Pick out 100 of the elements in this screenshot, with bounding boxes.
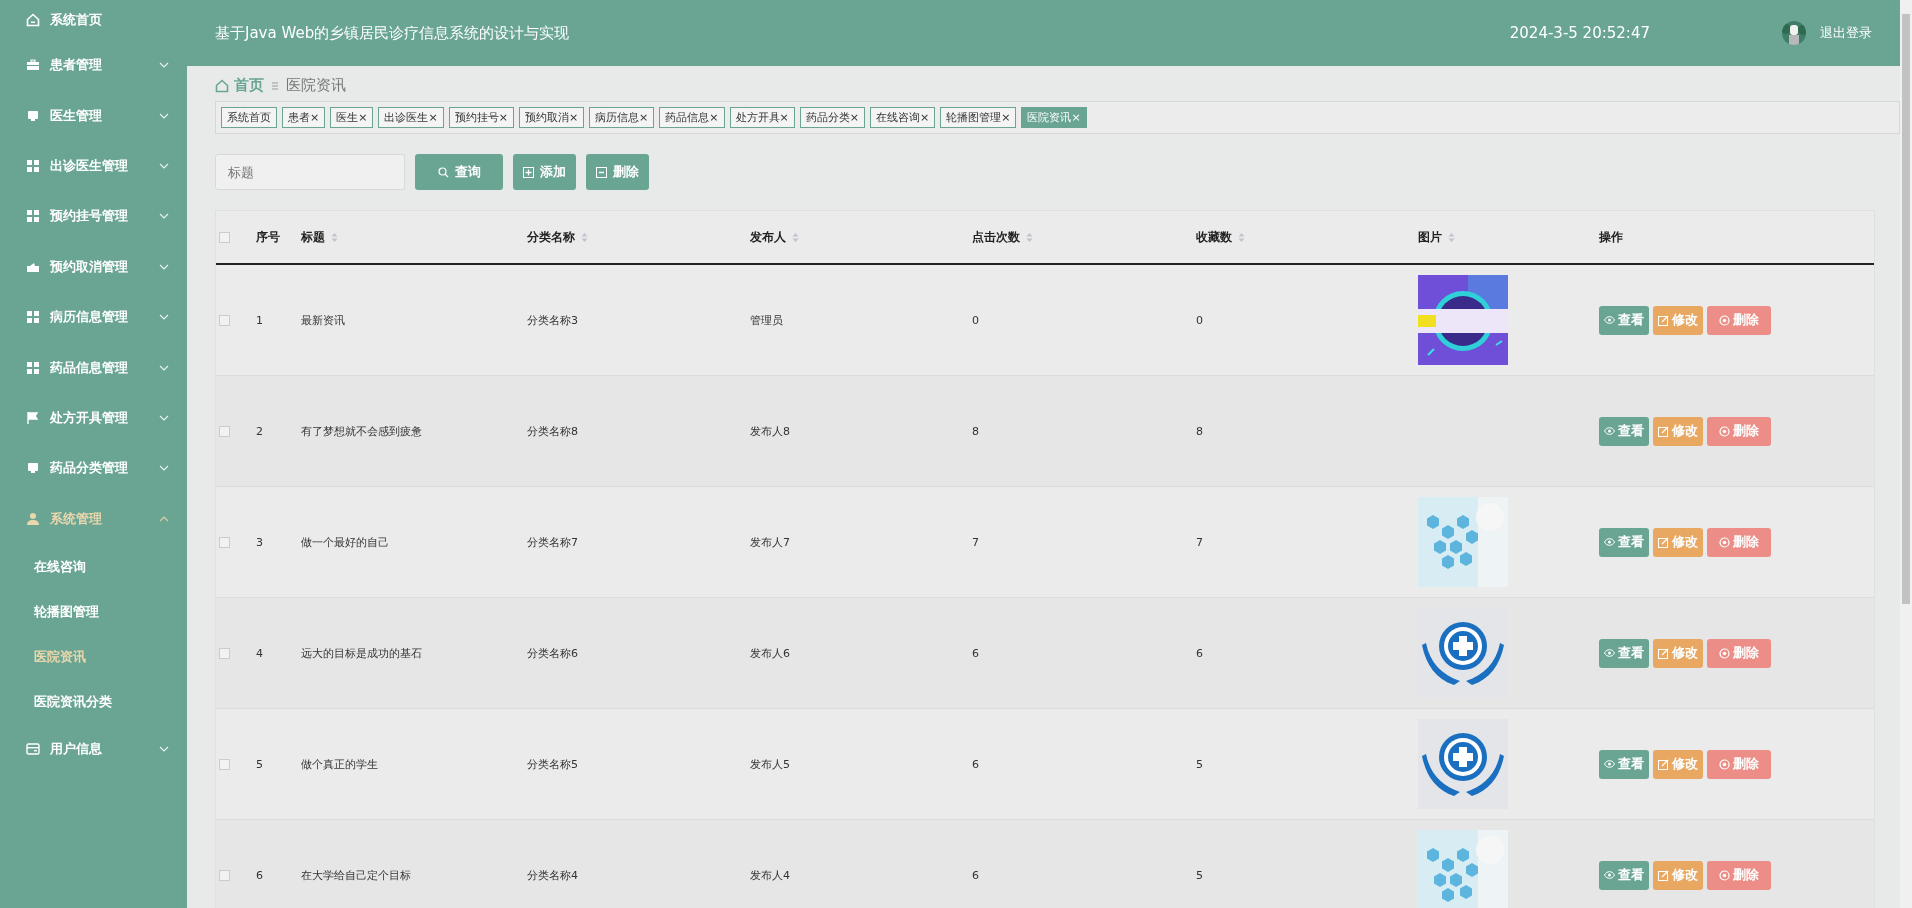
page-tab[interactable]: 预约挂号×: [448, 107, 514, 128]
table-cell-text: 1: [256, 313, 264, 327]
delete-button[interactable]: 删除: [1707, 638, 1771, 668]
edit-button[interactable]: 修改: [1653, 305, 1703, 335]
table-cell-text: 分类名称6: [527, 645, 579, 661]
page-tab[interactable]: 药品信息×: [659, 107, 725, 128]
submenu-item[interactable]: 轮播图管理: [0, 588, 187, 634]
page-tab[interactable]: 病历信息×: [589, 107, 655, 128]
view-button[interactable]: 查看: [1599, 416, 1649, 446]
table-cell-text: 发布人5: [750, 756, 791, 772]
menu-item[interactable]: 预约挂号管理: [0, 191, 187, 242]
page-tab[interactable]: 预约取消×: [518, 107, 585, 128]
table-cell-text: 6: [1196, 646, 1204, 660]
delete-button[interactable]: 删除: [1707, 305, 1771, 335]
add-button[interactable]: 添加: [513, 154, 576, 190]
menu-item[interactable]: 药品分类管理: [0, 443, 187, 494]
menu-label: 处方开具管理: [50, 408, 129, 427]
menu-item[interactable]: 系统管理: [0, 493, 187, 544]
page-tab[interactable]: 轮播图管理×: [940, 107, 1017, 128]
menu-label: 预约挂号管理: [50, 207, 129, 226]
menu-item[interactable]: 医生管理: [0, 90, 187, 141]
table-cell-text: 5: [1196, 757, 1204, 771]
logout-link[interactable]: 退出登录: [1820, 24, 1872, 42]
delete-button[interactable]: 删除: [1707, 416, 1771, 446]
edit-button[interactable]: 修改: [1653, 749, 1703, 779]
menu-item[interactable]: 预约取消管理: [0, 241, 187, 292]
table-cell-text: 7: [972, 535, 980, 549]
datetime: 2024-3-5 20:52:47: [1509, 24, 1650, 42]
menu-label: 药品信息管理: [50, 358, 129, 377]
menu-label: 药品分类管理: [50, 459, 129, 478]
table-cell-text: 5: [1196, 868, 1204, 882]
edit-button[interactable]: 修改: [1653, 860, 1703, 890]
table-cell-text: 6: [972, 757, 980, 771]
table-cell-text: 发布人8: [750, 423, 791, 439]
menu-item[interactable]: 患者管理: [0, 40, 187, 91]
delete-button[interactable]: 删除: [1707, 860, 1771, 890]
menu-label: 系统管理: [50, 509, 103, 528]
breadcrumb-item: 医院资讯: [286, 76, 346, 95]
page-tab[interactable]: 医生×: [330, 107, 374, 128]
menu-item[interactable]: 药品信息管理: [0, 342, 187, 393]
page-tab[interactable]: 出诊医生×: [378, 107, 444, 128]
menu-item[interactable]: 处方开具管理: [0, 392, 187, 444]
menu-item[interactable]: 用户信息: [0, 723, 187, 775]
column-header[interactable]: 标题: [301, 228, 338, 246]
table-cell-text: 最新资讯: [301, 312, 346, 328]
search-button[interactable]: 查询: [415, 154, 503, 190]
edit-button[interactable]: 修改: [1653, 638, 1703, 668]
delete-button[interactable]: 删除: [1707, 527, 1771, 557]
delete-button[interactable]: 删除: [1707, 749, 1771, 779]
column-header[interactable]: 收藏数: [1196, 228, 1245, 246]
view-button[interactable]: 查看: [1599, 305, 1649, 335]
view-button[interactable]: 查看: [1599, 749, 1649, 779]
table-cell-text: 8: [972, 424, 980, 438]
search-field[interactable]: 标题: [215, 154, 405, 190]
column-header[interactable]: 发布人: [750, 228, 799, 246]
view-button[interactable]: 查看: [1599, 527, 1649, 557]
table-cell-text: 0: [1196, 313, 1204, 327]
delete-button[interactable]: 删除: [586, 154, 649, 190]
edit-button[interactable]: 修改: [1653, 416, 1703, 446]
menu-item[interactable]: 病历信息管理: [0, 291, 187, 343]
page-tab[interactable]: 处方开具×: [729, 107, 795, 128]
page-tab[interactable]: 在线咨询×: [869, 107, 936, 128]
table-cell-text: 分类名称7: [527, 534, 579, 550]
table-cell-text: 3: [256, 535, 264, 549]
table-cell-text: 在大学给自己定个目标: [301, 867, 412, 883]
submenu-item[interactable]: 医院资讯分类: [0, 678, 187, 724]
table-cell-text: 分类名称5: [527, 756, 579, 772]
page-tab[interactable]: 医院资讯×: [1021, 107, 1087, 128]
breadcrumb-item[interactable]: 首页: [234, 76, 264, 95]
table-cell-text: 7: [1196, 535, 1204, 549]
table-cell-text: 6: [972, 646, 980, 660]
table-cell-text: 发布人4: [750, 867, 791, 883]
submenu-item[interactable]: 在线咨询: [0, 543, 187, 589]
table-cell-text: 分类名称4: [527, 867, 579, 883]
menu-item[interactable]: 系统首页: [0, 0, 187, 40]
column-header[interactable]: 点击次数: [972, 228, 1033, 246]
table-cell-text: 管理员: [750, 312, 784, 328]
menu-label: 患者管理: [50, 56, 103, 75]
menu-label: 用户信息: [50, 740, 103, 759]
table-cell-text: 做一个最好的自己: [301, 534, 390, 550]
table-cell-text: 有了梦想就不会感到疲惫: [301, 423, 423, 439]
table-cell-text: 6: [972, 868, 980, 882]
column-header[interactable]: 分类名称: [527, 228, 588, 246]
column-header: 操作: [1599, 228, 1623, 246]
view-button[interactable]: 查看: [1599, 860, 1649, 890]
column-header: 序号: [256, 228, 280, 246]
table-cell-text: 发布人7: [750, 534, 791, 550]
page-tab[interactable]: 患者×: [282, 107, 326, 128]
menu-item[interactable]: 出诊医生管理: [0, 140, 187, 192]
submenu-item[interactable]: 医院资讯: [0, 633, 187, 679]
table-cell-text: 2: [256, 424, 264, 438]
edit-button[interactable]: 修改: [1653, 527, 1703, 557]
page-tab[interactable]: 系统首页: [221, 107, 277, 128]
menu-label: 预约取消管理: [50, 257, 129, 276]
page-tab[interactable]: 药品分类×: [799, 107, 865, 128]
table-cell-text: 4: [256, 646, 264, 660]
view-button[interactable]: 查看: [1599, 638, 1649, 668]
table-cell-text: 分类名称8: [527, 423, 579, 439]
table-cell-text: 分类名称3: [527, 312, 579, 328]
column-header[interactable]: 图片: [1418, 228, 1455, 246]
